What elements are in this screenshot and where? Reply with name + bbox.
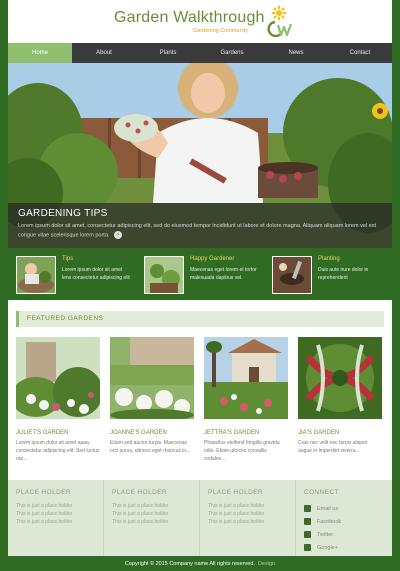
main-nav: Home About Plants Gardens News Contact bbox=[8, 43, 392, 63]
hero-title: GARDENING TIPS bbox=[18, 208, 108, 219]
garden-image[interactable] bbox=[298, 337, 382, 419]
footer-column: PLACE HOLDER This is just a place holder… bbox=[8, 480, 104, 556]
site-logo-icon[interactable] bbox=[264, 5, 294, 37]
nav-gardens[interactable]: Gardens bbox=[200, 43, 264, 63]
footer-connect-title: CONNECT bbox=[304, 489, 339, 496]
hero-caption: GARDENING TIPS Lorem ipsum dolor sit ame… bbox=[8, 203, 392, 248]
footer-column-title: PLACE HOLDER bbox=[112, 489, 168, 496]
nav-about[interactable]: About bbox=[72, 43, 136, 63]
jettra-garden-image bbox=[204, 337, 288, 419]
tips-thumbnail-image bbox=[17, 257, 55, 293]
footer: PLACE HOLDER This is just a place holder… bbox=[8, 480, 392, 556]
feature-title: Planting bbox=[318, 256, 340, 262]
footer-line[interactable]: This is just a place holder bbox=[208, 510, 295, 518]
feature-tips[interactable]: Tips Lorem ipsum dolor sit amet lens con… bbox=[16, 256, 136, 296]
footer-connect: CONNECT Email us Facebook Twitter Google… bbox=[296, 480, 392, 556]
arrow-right-icon[interactable]: › bbox=[113, 231, 122, 239]
connect-google-plus[interactable]: Google+ bbox=[304, 541, 392, 554]
footer-column: PLACE HOLDER This is just a place holder… bbox=[104, 480, 200, 556]
footer-column-title: PLACE HOLDER bbox=[208, 489, 264, 496]
garden-text: Phasellus eleifend fringilla gravida odi… bbox=[204, 440, 280, 462]
site-header: Garden Walkthrough Gardening Community bbox=[8, 0, 392, 43]
garden-text: Lorem ipsum dolor sit amet aaaa, consect… bbox=[16, 440, 100, 462]
happy-gardener-thumbnail-image bbox=[145, 257, 183, 293]
connect-label: Email us bbox=[317, 505, 339, 512]
joanne-garden-image bbox=[110, 337, 194, 419]
feature-text: Duis aute irure dolor in reprehenderit bbox=[318, 267, 369, 281]
nav-news[interactable]: News bbox=[264, 43, 328, 63]
footer-line[interactable]: This is just a place holder bbox=[16, 502, 103, 510]
garden-name[interactable]: JULIET'S GARDEN bbox=[16, 430, 100, 436]
footer-line[interactable]: This is just a place holder bbox=[16, 510, 103, 518]
nav-contact[interactable]: Contact bbox=[328, 43, 392, 63]
featured-gardens: FEATURED GARDENS JULIET'S GARDEN Lorem i… bbox=[8, 300, 392, 480]
copyright-bar: Copyright © 2015 Company name All rights… bbox=[8, 556, 392, 571]
footer-line[interactable]: This is just a place holder bbox=[112, 510, 199, 518]
feature-happy-gardener[interactable]: Happy Gardener Maecenas eget lorem et to… bbox=[144, 256, 264, 296]
juliet-garden-image bbox=[16, 337, 100, 419]
facebook-icon bbox=[304, 518, 311, 525]
feature-thumbnail bbox=[16, 256, 56, 294]
connect-email[interactable]: Email us bbox=[304, 502, 392, 515]
garden-name[interactable]: JOANNE'S GARDEN bbox=[110, 430, 194, 436]
site-tagline: Gardening Community bbox=[193, 28, 249, 34]
site-title[interactable]: Garden Walkthrough bbox=[114, 9, 265, 27]
google-plus-icon bbox=[304, 544, 311, 551]
feature-text: Lorem ipsum dolor sit amet lens consecte… bbox=[62, 267, 130, 281]
footer-line[interactable]: This is just a place holder bbox=[208, 518, 295, 526]
garden-name[interactable]: JIA'S GARDEN bbox=[298, 430, 382, 436]
jia-garden-image bbox=[298, 337, 382, 419]
page: Garden Walkthrough Gardening Community H… bbox=[8, 0, 392, 571]
hero-banner: GARDENING TIPS Lorem ipsum dolor sit ame… bbox=[8, 63, 392, 248]
feature-thumbnail bbox=[144, 256, 184, 294]
copyright-text: Copyright © 2015 Company name All rights… bbox=[124, 560, 255, 567]
hero-text-body: Lorem ipsum dolor sit amet, consectetur … bbox=[18, 223, 376, 239]
featured-title: FEATURED GARDENS bbox=[27, 315, 104, 322]
featured-header: FEATURED GARDENS bbox=[16, 311, 384, 327]
footer-line[interactable]: This is just a place holder bbox=[112, 502, 199, 510]
garden-card-jia[interactable]: JIA'S GARDEN Cras nec velit nec turpis a… bbox=[298, 337, 382, 455]
nav-home[interactable]: Home bbox=[8, 43, 72, 63]
planting-thumbnail-image bbox=[273, 257, 311, 293]
garden-image[interactable] bbox=[110, 337, 194, 419]
footer-column: PLACE HOLDER This is just a place holder… bbox=[200, 480, 296, 556]
connect-label: Facebook bbox=[317, 518, 342, 525]
garden-image[interactable] bbox=[204, 337, 288, 419]
feature-thumbnail bbox=[272, 256, 312, 294]
garden-card-joanne[interactable]: JOANNE'S GARDEN Etiam sed auctor turpis.… bbox=[110, 337, 194, 455]
garden-image[interactable] bbox=[16, 337, 100, 419]
connect-label: Twitter bbox=[317, 531, 334, 538]
connect-label: Google+ bbox=[317, 544, 338, 551]
footer-line[interactable]: This is just a place holder bbox=[16, 518, 103, 526]
footer-line[interactable]: This is just a place holder bbox=[208, 502, 295, 510]
footer-line[interactable]: This is just a place holder bbox=[112, 518, 199, 526]
connect-twitter[interactable]: Twitter bbox=[304, 528, 392, 541]
feature-title: Happy Gardener bbox=[190, 256, 235, 262]
twitter-icon bbox=[304, 531, 311, 538]
feature-title: Tips bbox=[62, 256, 74, 262]
garden-name[interactable]: JETTRA'S GARDEN bbox=[204, 430, 288, 436]
email-icon bbox=[304, 505, 311, 512]
garden-text: Cras nec velit nec turpis aliquet augue … bbox=[298, 440, 368, 454]
garden-card-juliet[interactable]: JULIET'S GARDEN Lorem ipsum dolor sit am… bbox=[16, 337, 100, 463]
hero-text: Lorem ipsum dolor sit amet, consectetur … bbox=[18, 222, 388, 240]
connect-facebook[interactable]: Facebook bbox=[304, 515, 392, 528]
feature-text: Maecenas eget lorem et tortor malesuada … bbox=[190, 267, 257, 281]
copyright-link[interactable]: Design bbox=[258, 561, 275, 567]
feature-strip: Tips Lorem ipsum dolor sit amet lens con… bbox=[8, 248, 392, 300]
footer-column-title: PLACE HOLDER bbox=[16, 489, 72, 496]
feature-planting[interactable]: Planting Duis aute irure dolor in repreh… bbox=[272, 256, 392, 296]
nav-plants[interactable]: Plants bbox=[136, 43, 200, 63]
garden-card-jettra[interactable]: JETTRA'S GARDEN Phasellus eleifend fring… bbox=[204, 337, 288, 463]
garden-text: Etiam sed auctor turpis. Maecenas orci p… bbox=[110, 440, 191, 454]
